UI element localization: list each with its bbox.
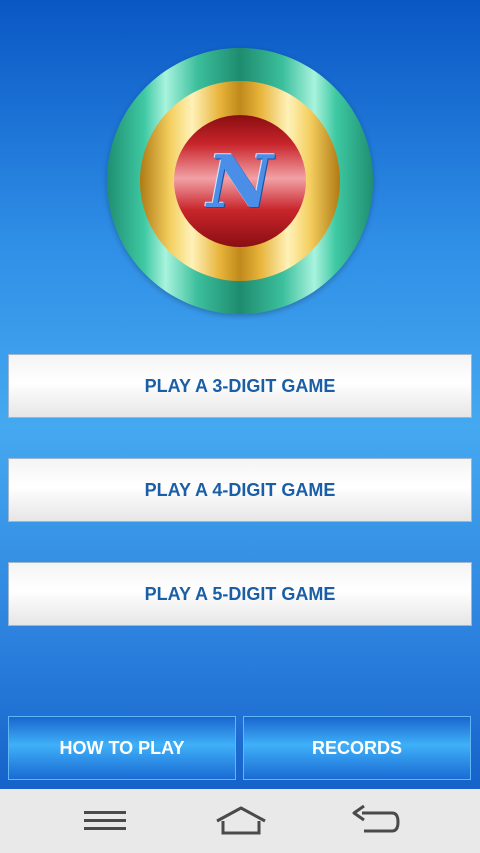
play-3-digit-button[interactable]: PLAY A 3-DIGIT GAME [8,354,472,418]
how-to-play-button[interactable]: HOW TO PLAY [8,716,236,780]
app-logo: N [107,48,373,314]
menu-icon[interactable] [82,803,128,839]
records-label: RECORDS [311,737,402,758]
play-5-digit-button[interactable]: PLAY A 5-DIGIT GAME [8,562,472,626]
how-to-play-label: HOW TO PLAY [59,737,185,758]
play-4-digit-button[interactable]: PLAY A 4-DIGIT GAME [8,458,472,522]
system-navigation-bar [0,789,480,853]
logo-red-center: N [174,115,306,247]
records-button[interactable]: RECORDS [243,716,471,780]
play-5-digit-label: PLAY A 5-DIGIT GAME [144,583,336,604]
logo-gold-ring: N [140,81,340,281]
play-4-digit-label: PLAY A 4-DIGIT GAME [144,479,336,500]
play-3-digit-label: PLAY A 3-DIGIT GAME [144,375,336,396]
logo-letter: N [207,138,273,224]
back-icon[interactable] [348,803,402,839]
home-icon[interactable] [213,803,269,839]
